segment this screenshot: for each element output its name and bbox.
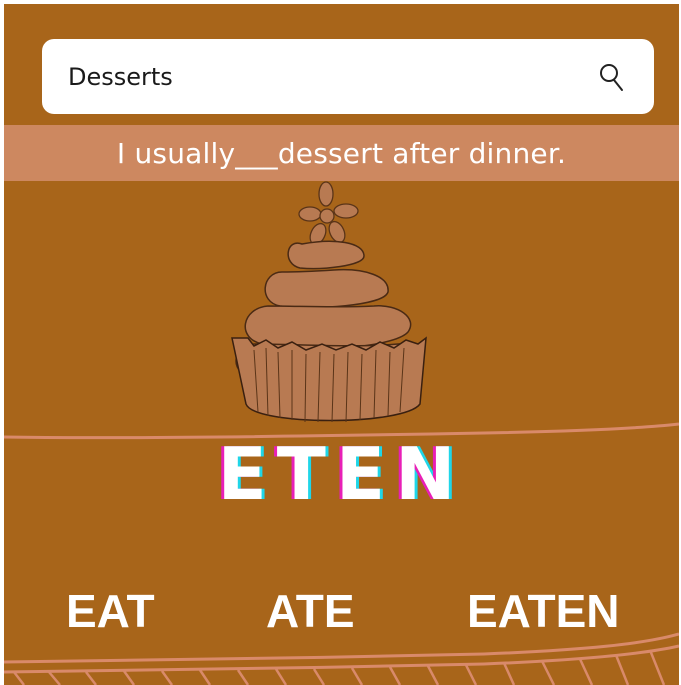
answer-choices: EAT ATE EATEN bbox=[4, 584, 679, 644]
cupcake-icon bbox=[231, 181, 427, 423]
search-bar[interactable]: Desserts bbox=[42, 39, 654, 114]
quiz-card: Desserts I usually___dessert after dinne… bbox=[4, 4, 679, 685]
choice-ate-button[interactable]: ATE bbox=[266, 584, 355, 638]
choice-eat-button[interactable]: EAT bbox=[66, 584, 155, 638]
sentence-band: I usually___dessert after dinner. bbox=[4, 125, 679, 181]
word-prompt: ETEN bbox=[217, 432, 466, 516]
flower-topper bbox=[298, 181, 359, 246]
search-input[interactable]: Desserts bbox=[68, 63, 173, 91]
search-icon[interactable] bbox=[598, 62, 624, 92]
choice-eaten-button[interactable]: EATEN bbox=[467, 584, 620, 638]
prompt-sentence: I usually___dessert after dinner. bbox=[116, 136, 567, 170]
